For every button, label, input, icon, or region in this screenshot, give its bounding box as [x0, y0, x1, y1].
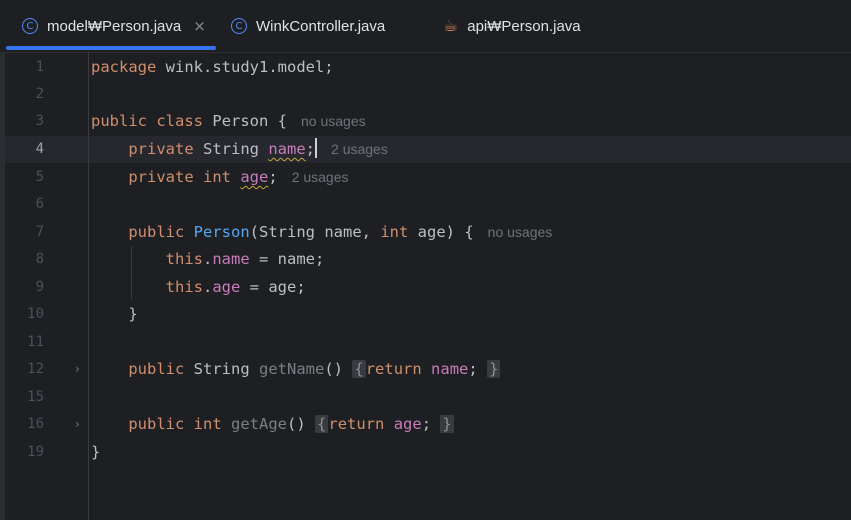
code-text: public int getAge() {return age; } — [128, 415, 454, 433]
tab-label: model₩Person.java — [47, 17, 182, 35]
line-number[interactable]: 1 — [0, 54, 44, 81]
code-text: package wink.study1.model; — [91, 58, 334, 76]
code-line: 8 this.name = name; — [0, 246, 851, 273]
line-number[interactable]: 9 — [0, 274, 44, 301]
usage-hint[interactable]: no usages — [301, 113, 366, 129]
usage-hint[interactable]: 2 usages — [331, 141, 388, 157]
code-line: 10 } — [0, 301, 851, 328]
line-number[interactable]: 16 — [0, 411, 44, 438]
folded-brace[interactable]: { — [352, 360, 366, 378]
line-number[interactable]: 4 — [0, 136, 44, 163]
line-number[interactable]: 3 — [0, 108, 44, 135]
tab-wink-controller[interactable]: C WinkController.java — [231, 0, 385, 52]
usage-hint[interactable]: 2 usages — [292, 169, 349, 185]
code-text: private String name; 2 usages — [128, 138, 388, 158]
tab-model-person[interactable]: C model₩Person.java × — [22, 0, 206, 52]
line-number[interactable]: 11 — [0, 329, 44, 356]
code-line: 19 } — [0, 439, 851, 466]
line-number[interactable]: 12 — [0, 356, 44, 383]
close-icon[interactable]: × — [193, 17, 206, 35]
tab-label: WinkController.java — [256, 17, 386, 35]
folded-brace[interactable]: } — [487, 360, 501, 378]
code-line: 5 private int age; 2 usages — [0, 164, 851, 191]
line-number[interactable]: 10 — [0, 301, 44, 328]
line-number[interactable]: 2 — [0, 81, 44, 108]
line-number[interactable]: 15 — [0, 384, 44, 411]
line-number[interactable]: 8 — [0, 246, 44, 273]
code-line: 9 this.age = age; — [0, 274, 851, 301]
code-line: 12 › public String getName() {return nam… — [0, 356, 851, 383]
code-line: 3 public class Person {no usages — [0, 108, 851, 135]
line-number[interactable]: 6 — [0, 191, 44, 218]
code-line: 16 › public int getAge() {return age; } — [0, 411, 851, 438]
code-line: 1 package wink.study1.model; — [0, 54, 851, 81]
editor-tab-bar: C model₩Person.java × C WinkController.j… — [0, 0, 851, 53]
folded-brace[interactable]: } — [440, 415, 454, 433]
code-text: public Person(String name, int age) {no … — [128, 223, 553, 241]
chevron-right-icon[interactable]: › — [75, 411, 80, 438]
code-text: public String getName() {return name; } — [128, 360, 501, 378]
tab-api-person[interactable]: ☕ api₩Person.java — [443, 0, 581, 52]
code-line: 11 — [0, 329, 851, 356]
class-icon: C — [22, 18, 38, 34]
chevron-right-icon[interactable]: › — [75, 356, 80, 383]
active-tab-indicator — [6, 46, 216, 50]
folded-brace[interactable]: { — [315, 415, 329, 433]
code-text: } — [91, 443, 101, 461]
java-cup-icon: ☕ — [443, 16, 459, 36]
line-number[interactable]: 7 — [0, 219, 44, 246]
text-caret — [315, 138, 318, 158]
code-line: 2 — [0, 81, 851, 108]
code-text: } — [128, 305, 138, 323]
code-text: this.name = name; — [165, 250, 325, 268]
code-line: 15 — [0, 384, 851, 411]
code-text: this.age = age; — [165, 278, 306, 296]
usage-hint[interactable]: no usages — [488, 224, 553, 240]
code-line: 7 public Person(String name, int age) {n… — [0, 219, 851, 246]
code-line: 6 — [0, 191, 851, 218]
class-icon: C — [231, 18, 247, 34]
code-text: private int age; 2 usages — [128, 168, 349, 186]
code-line: 4 private String name; 2 usages — [0, 136, 851, 163]
code-text: public class Person {no usages — [91, 112, 366, 130]
line-number[interactable]: 19 — [0, 439, 44, 466]
tab-label: api₩Person.java — [467, 17, 581, 35]
line-number[interactable]: 5 — [0, 164, 44, 191]
